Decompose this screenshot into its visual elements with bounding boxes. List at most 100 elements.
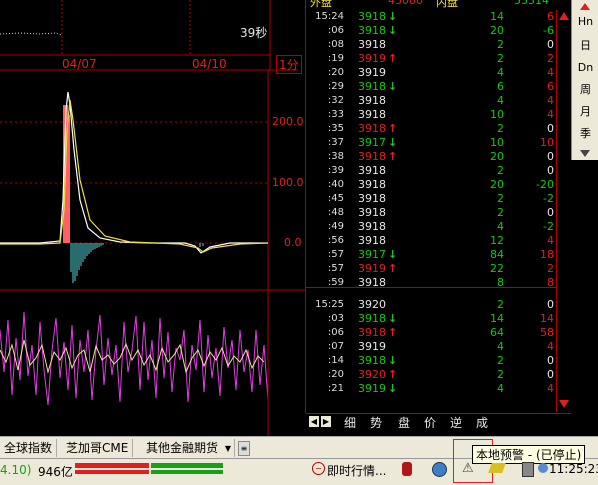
chart-area[interactable]: 39秒 04/07 04/10 1分 200.0 100.0 0.0 xyxy=(0,0,305,436)
tab-other-futures[interactable]: 其他金融期货 ▼ xyxy=(142,439,236,458)
database-icon[interactable] xyxy=(402,462,412,476)
tick-time: :57 xyxy=(327,263,344,274)
down-arrow-icon: ↓ xyxy=(388,24,398,37)
tick-time: 15:24 xyxy=(315,11,344,22)
tick-volume: 20 xyxy=(490,178,504,191)
tab-scroll-left-icon[interactable]: ◀ xyxy=(309,416,319,427)
tick-time: :48 xyxy=(327,207,344,218)
news-clock-icon[interactable]: − xyxy=(312,462,325,475)
chart-svg xyxy=(0,0,305,436)
tick-time: :06 xyxy=(327,327,344,338)
period-btn-hn[interactable]: Hn xyxy=(574,12,597,32)
tick-row: 15:24 3918 ↓ 14 6 xyxy=(306,10,556,24)
tick-change: 10 xyxy=(540,136,554,149)
tick-change: 0 xyxy=(547,150,554,163)
inner-value: 55314 xyxy=(514,0,549,7)
period-btn-week[interactable]: 周 xyxy=(574,80,597,100)
tick-price: 3918 xyxy=(358,206,386,219)
tick-price: 3917 xyxy=(358,248,386,261)
period-btn-dn[interactable]: Dn xyxy=(574,58,597,78)
tick-tab-reverse[interactable]: 逆 xyxy=(450,414,462,431)
tick-row: :14 3918 ↓ 2 0 xyxy=(306,354,556,368)
tick-time: :21 xyxy=(327,383,344,394)
tick-change: 0 xyxy=(547,354,554,367)
period-btn-day[interactable]: 日 xyxy=(574,36,597,56)
tick-change: 2 xyxy=(547,52,554,65)
tick-change: 4 xyxy=(547,382,554,395)
period-btn-season[interactable]: 季 xyxy=(574,124,597,144)
tick-price: 3918 xyxy=(358,326,386,339)
tick-time: :32 xyxy=(327,95,344,106)
scroll-down-arrow-icon[interactable] xyxy=(559,400,569,408)
tick-volume: 4 xyxy=(497,66,504,79)
tick-change: 58 xyxy=(540,326,554,339)
tick-row: :29 3918 ↓ 6 6 xyxy=(306,80,556,94)
tick-row: :03 3918 ↓ 14 14 xyxy=(306,312,556,326)
tab-cme[interactable]: 芝加哥CME xyxy=(62,439,134,457)
tick-change: -20 xyxy=(536,178,554,191)
dropdown-arrow-icon[interactable]: ▼ xyxy=(225,440,231,458)
period-toolbar: Hn 日 Dn 周 月 季 xyxy=(571,0,598,160)
down-arrow-icon: ↓ xyxy=(388,354,398,367)
tick-tab-deal[interactable]: 成 xyxy=(476,414,488,431)
tick-time: :40 xyxy=(327,179,344,190)
tick-time: :03 xyxy=(327,313,344,324)
tick-volume: 2 xyxy=(497,206,504,219)
status-left-text: 4.10) xyxy=(0,463,32,477)
tick-change: 6 xyxy=(547,80,554,93)
tab-scroll-icon[interactable]: ≡ xyxy=(238,441,250,456)
tick-tab-trend[interactable]: 势 xyxy=(370,414,382,431)
tick-tab-bar: ◀ ▶ 细 势 盘 价 逆 成 xyxy=(306,413,571,430)
tick-price: 3918 xyxy=(358,10,386,23)
tick-price: 3917 xyxy=(358,136,386,149)
tick-time: :29 xyxy=(327,81,344,92)
tick-volume: 2 xyxy=(497,122,504,135)
tick-tab-book[interactable]: 盘 xyxy=(398,414,410,431)
tab-scroll-right-icon[interactable]: ▶ xyxy=(321,416,331,427)
status-ratio-bar xyxy=(75,463,223,468)
tick-time: :49 xyxy=(327,221,344,232)
tick-tab-price[interactable]: 价 xyxy=(424,414,436,431)
tick-change: 0 xyxy=(547,38,554,51)
globe-icon[interactable] xyxy=(432,462,447,477)
tick-change: 4 xyxy=(547,234,554,247)
link-icon[interactable] xyxy=(488,463,506,473)
outer-value: 45000 xyxy=(388,0,423,7)
tick-volume: 4 xyxy=(497,220,504,233)
inner-label: 内盘 xyxy=(436,0,458,9)
tick-row: :39 3918 2 0 xyxy=(306,164,556,178)
down-arrow-icon: ↓ xyxy=(388,248,398,261)
tick-price: 3918 xyxy=(358,24,386,37)
tick-row: :20 3919 4 4 xyxy=(306,66,556,80)
scroll-up-arrow-icon[interactable] xyxy=(559,12,569,20)
tick-time: :33 xyxy=(327,109,344,120)
tick-time: :20 xyxy=(327,67,344,78)
tab-other-futures-label: 其他金融期货 xyxy=(146,441,219,455)
tick-scrollbar[interactable] xyxy=(556,10,571,412)
tick-row: :33 3918 10 4 xyxy=(306,108,556,122)
top-strip-seconds: 39秒 xyxy=(240,26,268,40)
status-ratio-bar-2 xyxy=(75,470,223,474)
tick-change: -2 xyxy=(543,192,554,205)
tick-volume: 84 xyxy=(490,248,504,261)
tick-row: :21 3919 ↓ 4 4 xyxy=(306,382,556,396)
status-clock: 11:25:23 xyxy=(549,462,598,476)
status-news[interactable]: 即时行情... xyxy=(327,462,386,479)
tick-tab-detail[interactable]: 细 xyxy=(344,414,356,431)
period-btn-month[interactable]: 月 xyxy=(574,102,597,122)
tick-row: :32 3918 4 4 xyxy=(306,94,556,108)
period-label[interactable]: 1分 xyxy=(276,55,302,74)
tick-volume: 64 xyxy=(490,326,504,339)
toolbar-down-icon[interactable] xyxy=(580,150,590,157)
tick-change: 0 xyxy=(547,122,554,135)
tick-volume: 2 xyxy=(497,52,504,65)
tick-time: :14 xyxy=(327,355,344,366)
book-icon[interactable] xyxy=(522,462,534,477)
tick-row: :56 3918 12 4 xyxy=(306,234,556,248)
tick-volume: 4 xyxy=(497,340,504,353)
y-tick-100: 100.0 xyxy=(272,176,304,189)
tick-detail-panel[interactable]: 外盘 45000 内盘 55314 15:24 3918 ↓ 14 6:06 3918 ↓ 2… xyxy=(305,0,572,430)
tick-volume: 4 xyxy=(497,382,504,395)
toolbar-up-icon[interactable] xyxy=(580,3,590,10)
tab-global-index[interactable]: 全球指数 xyxy=(0,439,58,457)
